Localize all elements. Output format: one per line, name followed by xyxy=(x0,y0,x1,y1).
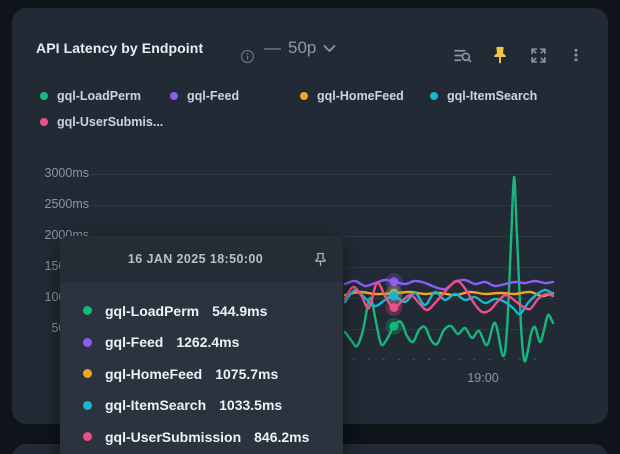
percentile-value: 50p xyxy=(288,38,316,58)
tooltip-series-dot xyxy=(83,432,92,441)
tooltip-row: gql-UserSubmission 846.2ms xyxy=(83,421,343,453)
legend-series-label: gql-Feed xyxy=(187,89,239,103)
tooltip-series-dot xyxy=(83,306,92,315)
tooltip-timestamp: 16 JAN 2025 18:50:00 xyxy=(60,252,309,266)
tooltip-series-name: gql-ItemSearch xyxy=(105,397,206,413)
kebab-menu-button[interactable] xyxy=(566,45,586,65)
pin-outline-icon xyxy=(313,252,328,267)
tooltip-series-dot xyxy=(83,369,92,378)
tooltip-series-value: 544.9ms xyxy=(212,303,267,319)
y-axis-tick-label: 2500ms xyxy=(25,197,89,211)
legend-item[interactable]: gql-UserSubmis... xyxy=(40,109,170,135)
info-icon[interactable] xyxy=(240,49,255,64)
chart-legend: gql-LoadPerm gql-Feed gql-HomeFeed gql-Item… xyxy=(40,83,596,135)
panel-title: API Latency by Endpoint xyxy=(36,40,203,56)
tooltip-pin-button[interactable] xyxy=(309,248,331,270)
tooltip-row: gql-HomeFeed 1075.7ms xyxy=(83,358,343,390)
tooltip-row: gql-LoadPerm 544.9ms xyxy=(83,295,343,327)
tooltip-row: gql-Feed 1262.4ms xyxy=(83,327,343,359)
legend-series-dot xyxy=(300,92,308,100)
legend-series-dot xyxy=(40,118,48,126)
expand-arrows-icon xyxy=(530,47,547,64)
chevron-down-icon xyxy=(323,44,336,53)
tooltip-series-dot xyxy=(83,338,92,347)
legend-series-dot xyxy=(40,92,48,100)
tooltip-series-value: 1262.4ms xyxy=(176,334,239,350)
legend-series-label: gql-ItemSearch xyxy=(447,89,537,103)
legend-series-label: gql-UserSubmis... xyxy=(57,115,163,129)
y-axis-tick-label: 3000ms xyxy=(25,166,89,180)
legend-item[interactable]: gql-Feed xyxy=(170,83,300,109)
panel-toolbar xyxy=(452,45,586,65)
legend-series-label: gql-LoadPerm xyxy=(57,89,141,103)
pin-icon xyxy=(491,46,509,64)
expand-button[interactable] xyxy=(528,45,548,65)
pin-panel-button[interactable] xyxy=(490,45,510,65)
tooltip-series-value: 1033.5ms xyxy=(219,397,282,413)
tooltip-body: gql-LoadPerm 544.9ms gql-Feed 1262.4ms gql-H… xyxy=(60,282,343,454)
tooltip-header: 16 JAN 2025 18:50:00 xyxy=(60,236,343,282)
kebab-menu-icon xyxy=(568,47,584,63)
tooltip-series-name: gql-UserSubmission xyxy=(105,429,241,445)
series-style-dash: — xyxy=(264,38,281,58)
tooltip-series-name: gql-HomeFeed xyxy=(105,366,202,382)
tooltip-row: gql-ItemSearch 1033.5ms xyxy=(83,390,343,422)
chart-tooltip: 16 JAN 2025 18:50:00 gql-LoadPerm 544.9ms… xyxy=(60,236,343,454)
legend-series-label: gql-HomeFeed xyxy=(317,89,404,103)
tooltip-series-value: 1075.7ms xyxy=(215,366,278,382)
percentile-dropdown[interactable]: — 50p xyxy=(264,38,336,58)
list-search-icon xyxy=(453,46,472,65)
x-axis-tick-label: 19:00 xyxy=(453,371,513,385)
legend-item[interactable]: gql-HomeFeed xyxy=(300,83,430,109)
legend-item[interactable]: gql-ItemSearch xyxy=(430,83,560,109)
tooltip-series-value: 846.2ms xyxy=(254,429,309,445)
legend-series-dot xyxy=(430,92,438,100)
tooltip-series-dot xyxy=(83,401,92,410)
tooltip-series-name: gql-Feed xyxy=(105,334,163,350)
tooltip-series-name: gql-LoadPerm xyxy=(105,303,199,319)
legend-series-dot xyxy=(170,92,178,100)
dashboard-screen: API Latency by Endpoint — 50p xyxy=(0,0,620,454)
legend-item[interactable]: gql-LoadPerm xyxy=(40,83,170,109)
list-search-button[interactable] xyxy=(452,45,472,65)
